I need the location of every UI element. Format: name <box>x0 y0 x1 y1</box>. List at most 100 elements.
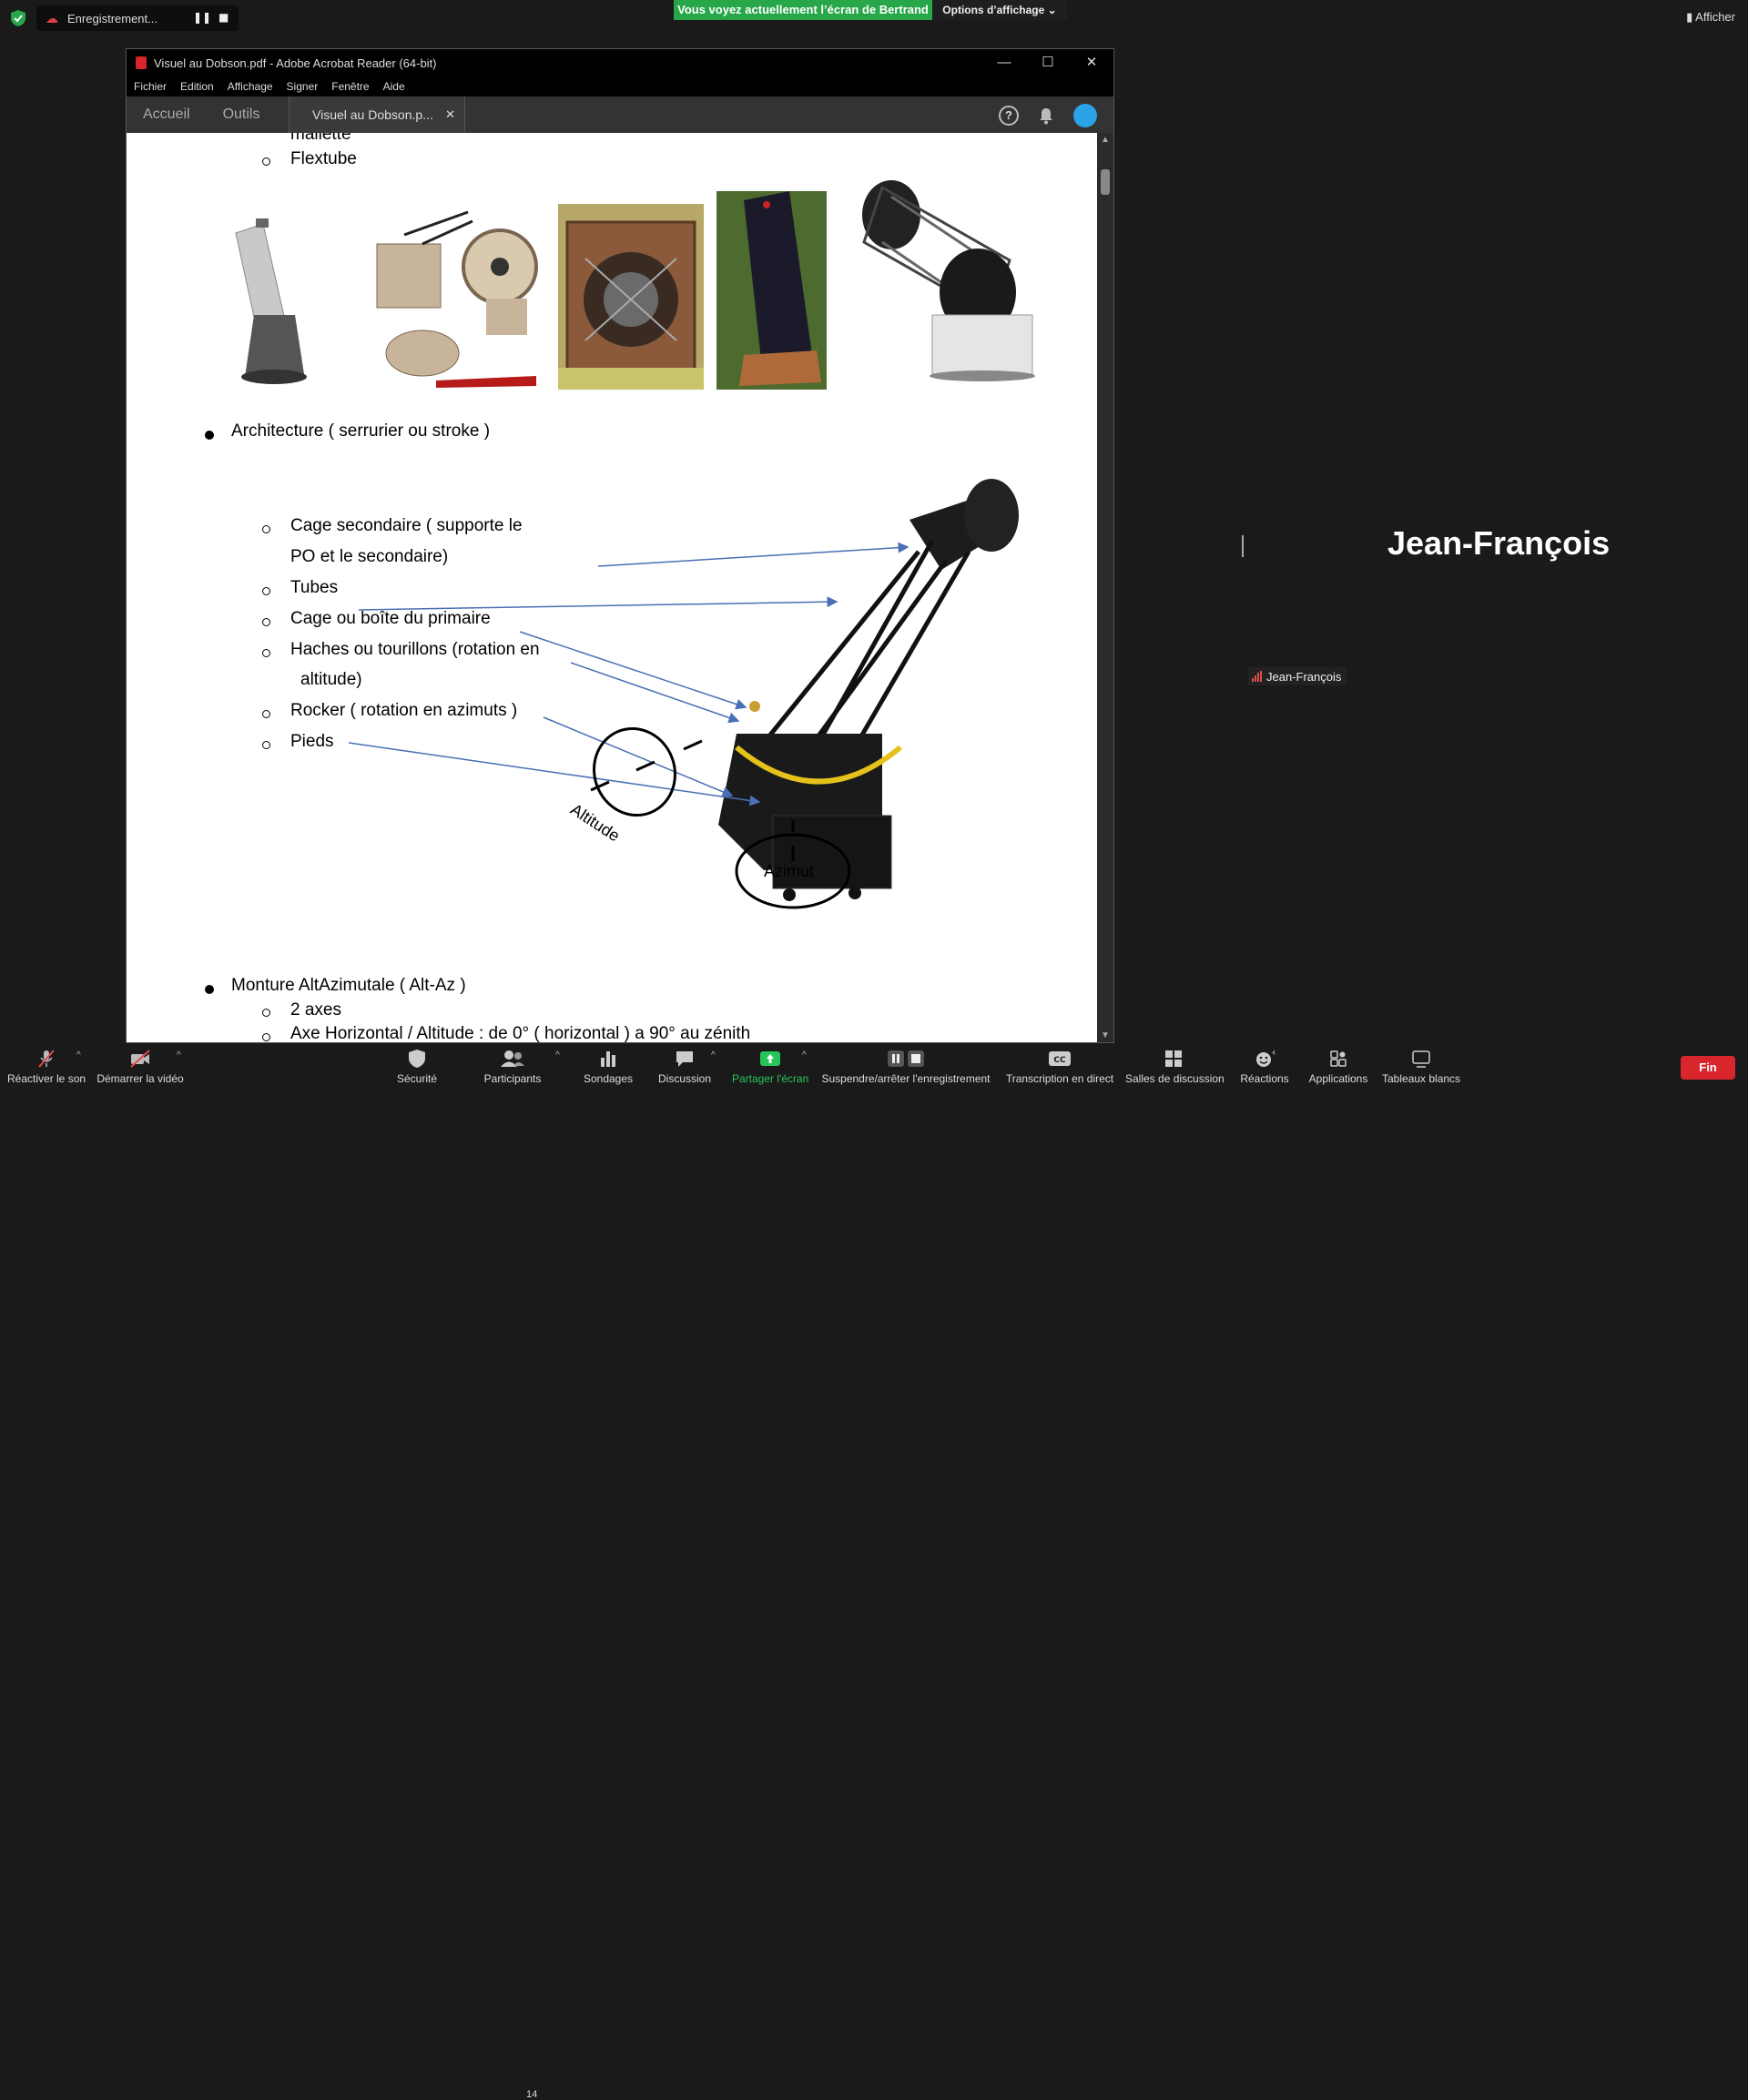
menu-edition[interactable]: Edition <box>180 80 214 93</box>
pdf-text-axes: 2 axes <box>290 1000 341 1020</box>
scroll-down-icon[interactable]: ▼ <box>1101 1030 1110 1040</box>
svg-text:+: + <box>1271 1049 1275 1058</box>
closed-caption-icon: CC <box>1049 1051 1071 1066</box>
scroll-up-icon[interactable]: ▲ <box>1101 135 1110 145</box>
reactions-label: Réactions <box>1240 1072 1289 1085</box>
apps-label: Applications <box>1308 1072 1368 1085</box>
user-avatar[interactable] <box>1073 104 1097 127</box>
help-icon[interactable]: ? <box>999 106 1019 126</box>
share-screen-icon <box>760 1051 780 1066</box>
tab-bar-icons: ? <box>999 104 1097 127</box>
tab-tools[interactable]: Outils <box>207 96 277 133</box>
meeting-toolbar: Réactiver le son ^ Démarrer la vidéo ^ S… <box>0 1043 1748 2100</box>
close-icon[interactable]: ✕ <box>1070 49 1113 76</box>
scroll-thumb[interactable] <box>1101 169 1110 195</box>
pdf-scrollbar[interactable]: ▲ ▼ <box>1097 133 1113 1042</box>
tab-document[interactable]: Visuel au Dobson.p... ✕ <box>289 96 465 133</box>
pane-divider[interactable] <box>1242 535 1244 557</box>
hollow-bullet <box>262 157 270 166</box>
mirror-box-photo <box>558 204 704 390</box>
chevron-down-icon: ⌄ <box>1047 4 1057 16</box>
pause-recording-icon[interactable]: ❚❚ <box>193 11 211 24</box>
chat-caret-icon[interactable]: ^ <box>711 1050 716 1060</box>
breakout-rooms-icon <box>1165 1050 1182 1067</box>
pdf-page: mallette Flextube Architecture (serruri… <box>127 133 1098 1042</box>
share-screen-button[interactable]: Partager l'écran <box>732 1043 808 1092</box>
apps-button[interactable]: Applications <box>1307 1043 1369 1092</box>
signal-strength-icon <box>1252 671 1262 682</box>
azimut-label: Azimut <box>764 862 815 880</box>
whiteboard-icon <box>1412 1050 1430 1068</box>
polls-label: Sondages <box>583 1072 634 1085</box>
recording-label: Enregistrement... <box>67 11 158 25</box>
pdf-text-flextube: Flextube <box>290 149 357 168</box>
active-speaker-name: Jean-François <box>1387 524 1611 562</box>
start-video-label: Démarrer la vidéo <box>97 1072 184 1085</box>
pause-stop-record-icon <box>888 1050 924 1067</box>
acrobat-window: Visuel au Dobson.pdf - Adobe Acrobat Rea… <box>126 48 1114 1043</box>
recording-indicator: ☁ Enregistrement... ❚❚ ■ <box>36 5 239 31</box>
menu-fichier[interactable]: Fichier <box>134 80 167 93</box>
security-label: Sécurité <box>396 1072 438 1085</box>
svg-text:CC: CC <box>1053 1056 1066 1065</box>
hollow-bullet <box>262 1033 270 1041</box>
menu-signer[interactable]: Signer <box>287 80 319 93</box>
panel-icon: ▮ <box>1686 10 1693 24</box>
end-meeting-button[interactable]: Fin <box>1681 1056 1735 1080</box>
participants-button[interactable]: Participants <box>483 1043 543 1092</box>
hollow-bullet <box>262 1009 270 1017</box>
close-tab-icon[interactable]: ✕ <box>445 96 455 133</box>
window-title: Visuel au Dobson.pdf - Adobe Acrobat Rea… <box>154 56 437 70</box>
record-control-button[interactable]: Suspendre/arrêter l'enregistrement <box>821 1043 991 1092</box>
audio-options-caret-icon[interactable]: ^ <box>76 1050 81 1060</box>
participants-icon <box>501 1050 524 1067</box>
reactions-button[interactable]: + Réactions <box>1240 1043 1289 1092</box>
minimize-icon[interactable]: — <box>982 49 1026 76</box>
pdf-text-mallette: mallette <box>290 133 351 144</box>
menu-affichage[interactable]: Affichage <box>228 80 273 93</box>
tab-document-label: Visuel au Dobson.p... <box>312 107 433 122</box>
transport-bag-photo <box>716 191 827 390</box>
flextube-telescope-photo <box>846 178 1046 383</box>
participants-caret-icon[interactable]: ^ <box>555 1050 560 1060</box>
participants-label: Participants <box>483 1072 542 1085</box>
breakout-rooms-button[interactable]: Salles de discussion <box>1125 1043 1225 1092</box>
maximize-icon[interactable]: ☐ <box>1026 49 1070 76</box>
participant-name-tag: Jean-François <box>1248 667 1347 685</box>
pdf-text-monture: Monture AltAzimutale ( Alt-Az ) <box>231 976 466 995</box>
unmute-button[interactable]: Réactiver le son <box>7 1043 86 1092</box>
share-caret-icon[interactable]: ^ <box>802 1050 807 1060</box>
whiteboards-label: Tableaux blancs <box>1382 1072 1461 1085</box>
stop-recording-icon[interactable]: ■ <box>218 11 229 24</box>
shield-icon[interactable] <box>11 10 25 26</box>
dobson-telescope-photo <box>208 215 309 388</box>
acrobat-pdf-icon <box>136 56 147 69</box>
muted-microphone-icon <box>38 1050 55 1068</box>
view-options-button[interactable]: Options d’affichage ⌄ <box>932 0 1067 20</box>
chat-label: Discussion <box>657 1072 712 1085</box>
start-video-button[interactable]: Démarrer la vidéo <box>97 1043 184 1092</box>
tab-home[interactable]: Accueil <box>127 96 207 133</box>
security-shield-icon <box>409 1050 425 1068</box>
bell-icon[interactable] <box>1037 107 1055 125</box>
filled-bullet <box>205 985 214 994</box>
window-controls: — ☐ ✕ <box>982 49 1113 76</box>
security-button[interactable]: Sécurité <box>395 1043 439 1092</box>
show-button[interactable]: ▮ Afficher <box>1686 10 1735 25</box>
menu-bar: Fichier Edition Affichage Signer Fenêtre… <box>127 76 1113 96</box>
live-transcription-button[interactable]: CC Transcription en direct <box>1003 1043 1116 1092</box>
chat-button[interactable]: Discussion <box>657 1043 712 1092</box>
live-transcription-label: Transcription en direct <box>1005 1072 1114 1085</box>
video-off-icon <box>130 1050 150 1068</box>
record-control-label: Suspendre/arrêter l'enregistrement <box>821 1072 991 1085</box>
unmute-label: Réactiver le son <box>7 1072 86 1085</box>
screen-share-banner: Vous voyez actuellement l’écran de Bertr… <box>674 0 932 20</box>
polls-button[interactable]: Sondages <box>583 1043 634 1092</box>
video-options-caret-icon[interactable]: ^ <box>177 1050 181 1060</box>
show-label: Afficher <box>1695 10 1735 24</box>
cloud-record-icon: ☁ <box>46 10 58 25</box>
whiteboards-button[interactable]: Tableaux blancs <box>1382 1043 1460 1092</box>
participants-count: 14 <box>526 2089 538 2100</box>
menu-aide[interactable]: Aide <box>383 80 405 93</box>
menu-fenetre[interactable]: Fenêtre <box>331 80 369 93</box>
